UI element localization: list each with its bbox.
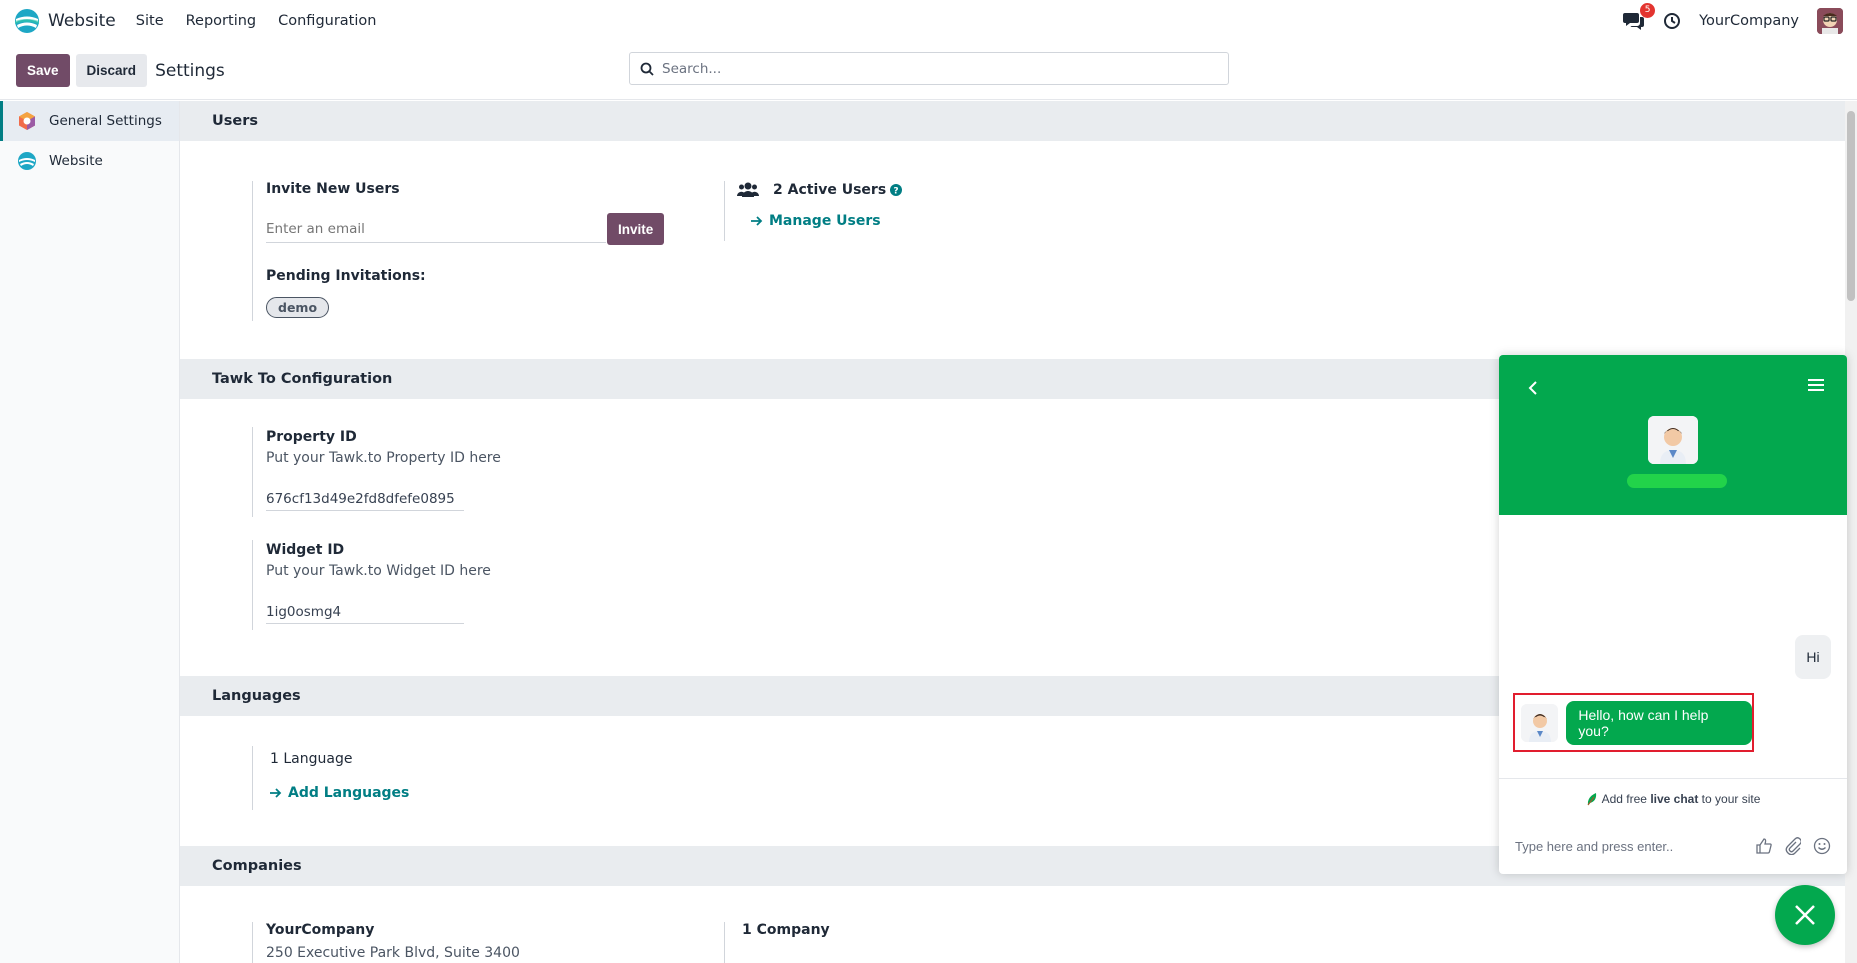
companies-section: YourCompany 250 Executive Park Blvd, Sui…	[180, 886, 1845, 963]
chat-messages: Hi Hello, how can I help you?	[1499, 515, 1847, 778]
agent-avatar	[1521, 703, 1559, 742]
top-navbar: Website Site Reporting Configuration 5 Y…	[0, 0, 1857, 42]
language-count: 1 Language	[270, 751, 353, 767]
pending-invitations-label: Pending Invitations:	[266, 268, 426, 284]
agent-name-redacted	[1627, 474, 1727, 488]
agent-profile-avatar	[1648, 416, 1698, 464]
invite-users-block: Invite New Users Invite Pending Invitati…	[252, 181, 672, 321]
active-users-block: 2 Active Users ? Manage Users	[724, 181, 1124, 241]
languages-block: 1 Language Add Languages	[252, 746, 552, 810]
save-button[interactable]: Save	[16, 54, 70, 87]
help-question-icon[interactable]: ?	[890, 184, 903, 197]
promo-bold: live chat	[1650, 791, 1699, 806]
manage-users-link[interactable]: Manage Users	[751, 213, 881, 229]
promo-prefix: Add free	[1601, 791, 1651, 806]
website-app-icon	[17, 151, 37, 171]
sidebar-item-website[interactable]: Website	[0, 141, 179, 181]
visitor-message: Hi	[1795, 635, 1831, 679]
website-app-logo-icon[interactable]	[14, 8, 40, 34]
company-name: YourCompany	[266, 922, 375, 938]
manage-users-label: Manage Users	[769, 213, 881, 229]
chat-header	[1499, 355, 1847, 515]
sidebar-item-label: General Settings	[49, 113, 162, 129]
company-address: 250 Executive Park Blvd, Suite 3400	[266, 945, 520, 961]
invite-button[interactable]: Invite	[607, 213, 665, 245]
invite-label: Invite New Users	[266, 181, 400, 197]
close-chat-button[interactable]	[1775, 885, 1835, 945]
emoji-icon[interactable]	[1813, 837, 1831, 855]
menu-site[interactable]: Site	[136, 13, 164, 29]
search-input[interactable]	[662, 60, 1202, 77]
live-chat-widget: Hi Hello, how can I help you? Add free l…	[1499, 355, 1847, 874]
svg-text:?: ?	[894, 187, 899, 197]
chat-input-bar	[1499, 818, 1847, 874]
activity-clock-icon[interactable]	[1663, 12, 1681, 30]
menu-reporting[interactable]: Reporting	[186, 13, 257, 29]
property-id-block: Property ID Put your Tawk.to Property ID…	[252, 427, 552, 517]
settings-search[interactable]	[629, 52, 1229, 85]
messaging-icon[interactable]: 5	[1623, 3, 1656, 31]
tawk-leaf-icon	[1586, 792, 1598, 806]
hamburger-menu-icon[interactable]	[1807, 377, 1825, 393]
company-count-block: 1 Company	[724, 922, 1024, 963]
search-icon	[640, 62, 654, 76]
invite-email-input[interactable]	[266, 215, 606, 243]
pending-invite-tag[interactable]: demo	[266, 297, 330, 318]
active-users-row: 2 Active Users ?	[737, 181, 903, 199]
sidebar-item-label: Website	[49, 153, 103, 169]
settings-sidebar: General Settings Website	[0, 101, 180, 963]
property-id-help: Put your Tawk.to Property ID here	[266, 450, 501, 466]
active-users-count: 2 Active Users	[773, 182, 887, 198]
property-id-label: Property ID	[266, 429, 357, 445]
scroll-thumb[interactable]	[1847, 111, 1855, 301]
agent-message: Hello, how can I help you?	[1566, 700, 1752, 745]
users-section: Invite New Users Invite Pending Invitati…	[180, 141, 1845, 359]
widget-id-block: Widget ID Put your Tawk.to Widget ID her…	[252, 540, 552, 630]
message-count-badge: 5	[1640, 3, 1656, 18]
page-title: Settings	[155, 60, 225, 81]
company-block: YourCompany 250 Executive Park Blvd, Sui…	[252, 922, 652, 963]
menu-configuration[interactable]: Configuration	[278, 13, 376, 29]
settings-app-icon	[17, 111, 37, 131]
widget-id-input[interactable]	[266, 600, 464, 624]
section-header-users: Users	[180, 101, 1845, 141]
arrow-right-icon	[751, 216, 763, 226]
sidebar-item-general-settings[interactable]: General Settings	[0, 101, 179, 141]
users-group-icon	[737, 181, 759, 199]
chat-message-input[interactable]	[1515, 838, 1745, 854]
widget-id-help: Put your Tawk.to Widget ID here	[266, 563, 491, 579]
app-name[interactable]: Website	[48, 11, 116, 31]
company-count: 1 Company	[742, 922, 830, 938]
paperclip-icon[interactable]	[1785, 837, 1801, 855]
control-panel: Save Discard Settings	[0, 42, 1857, 100]
widget-id-label: Widget ID	[266, 542, 345, 558]
agent-message-highlight: Hello, how can I help you?	[1513, 693, 1754, 752]
close-icon	[1793, 903, 1817, 927]
user-avatar[interactable]	[1817, 8, 1843, 34]
add-languages-label: Add Languages	[288, 785, 410, 801]
thumbs-up-icon[interactable]	[1755, 837, 1773, 855]
discard-button[interactable]: Discard	[75, 54, 148, 87]
promo-suffix: to your site	[1698, 791, 1761, 806]
company-switcher[interactable]: YourCompany	[1699, 13, 1799, 29]
arrow-right-icon	[270, 788, 282, 798]
add-languages-link[interactable]: Add Languages	[270, 785, 409, 801]
chevron-left-icon[interactable]	[1527, 379, 1539, 397]
live-chat-promo[interactable]: Add free live chat to your site	[1499, 778, 1847, 818]
property-id-input[interactable]	[266, 487, 464, 511]
